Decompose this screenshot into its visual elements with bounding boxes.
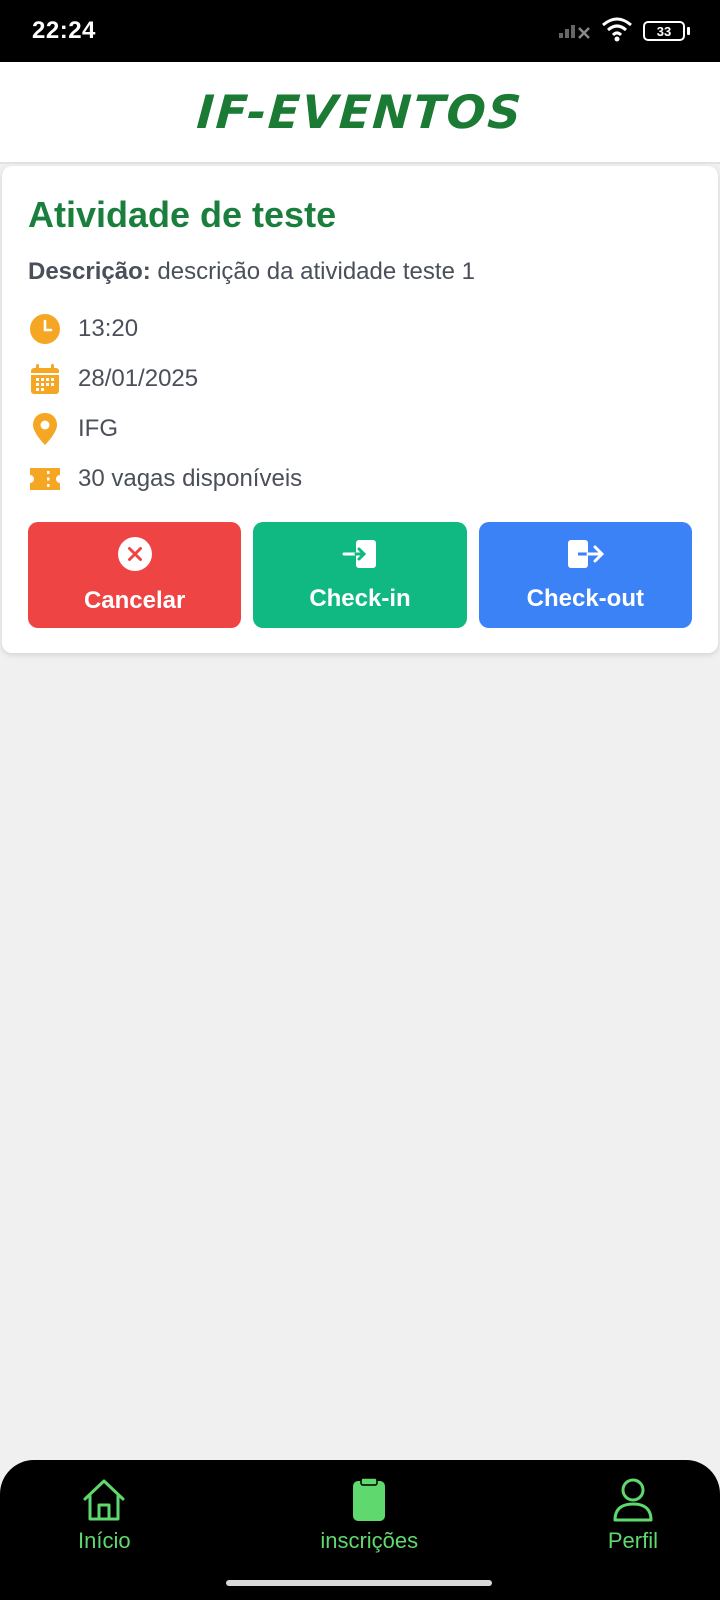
nav-item-inicio[interactable]: Início [78, 1460, 131, 1600]
app-logo: IF-EVENTOS [195, 85, 525, 139]
info-row-date: 28/01/2025 [28, 354, 692, 404]
cancel-button[interactable]: Cancelar [28, 522, 242, 628]
checkin-button[interactable]: Check-in [253, 522, 467, 628]
home-indicator[interactable] [226, 1580, 492, 1586]
activity-vacancies: 30 vagas disponíveis [78, 465, 303, 492]
calendar-icon [28, 362, 62, 396]
activity-location: IFG [78, 415, 118, 442]
checkout-button[interactable]: Check-out [478, 522, 692, 628]
clock-icon [28, 312, 62, 346]
description-label: Descrição: [28, 258, 151, 285]
location-pin-icon [28, 412, 62, 446]
wifi-icon [601, 16, 633, 47]
activity-description: Descrição: descrição da atividade teste … [28, 258, 692, 286]
checkout-label: Check-out [526, 584, 644, 612]
battery-level: 33 [643, 21, 685, 41]
info-row-time: 13:20 [28, 304, 692, 354]
description-text: descrição da atividade teste 1 [157, 258, 475, 285]
activity-card: Atividade de teste Descrição: descrição … [2, 166, 718, 653]
activity-title: Atividade de teste [28, 194, 337, 235]
status-icons: 33 [557, 16, 690, 47]
app-header: IF-EVENTOS [0, 62, 720, 164]
cancel-label: Cancelar [83, 586, 186, 614]
user-icon [612, 1476, 654, 1524]
activity-time: 13:20 [78, 315, 139, 342]
nav-label-inscricoes: inscrições [320, 1528, 419, 1553]
info-row-vacancies: 30 vagas disponíveis [28, 454, 692, 504]
ticket-icon [28, 462, 62, 496]
nav-item-perfil[interactable]: Perfil [608, 1460, 658, 1600]
checkin-label: Check-in [309, 584, 411, 612]
close-circle-icon [117, 536, 153, 579]
nav-label-perfil: Perfil [607, 1528, 658, 1553]
clipboard-icon [351, 1476, 387, 1524]
nav-label-inicio: Início [78, 1528, 131, 1553]
action-buttons: Cancelar Check-in Check-out [28, 522, 692, 628]
status-time: 22:24 [32, 17, 96, 44]
status-bar: 22:24 33 [0, 0, 720, 62]
info-row-location: IFG [28, 404, 692, 454]
sign-out-icon [566, 538, 605, 577]
battery-icon: 33 [643, 21, 690, 41]
signal-icon [557, 18, 591, 45]
bottom-nav: Início inscrições Perfil [0, 1460, 720, 1600]
nav-item-inscricoes[interactable]: inscrições [320, 1460, 418, 1600]
activity-date: 28/01/2025 [78, 365, 199, 392]
sign-in-icon [342, 538, 378, 577]
home-icon [81, 1476, 127, 1524]
